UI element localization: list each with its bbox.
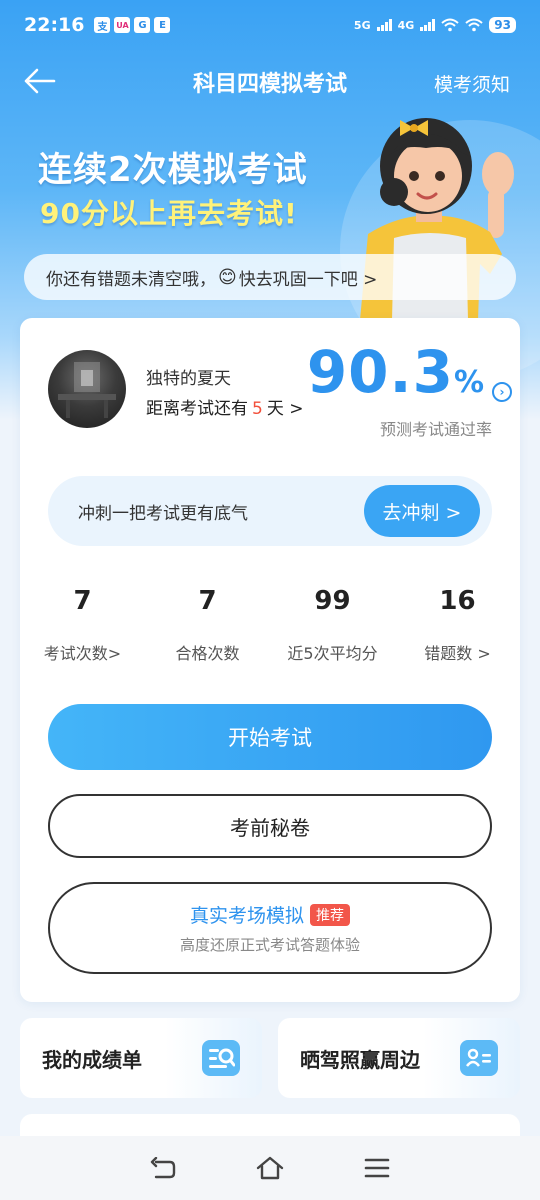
app-notification-icon: UA	[114, 17, 131, 33]
wifi-icon	[441, 18, 459, 32]
alipay-notification-icon: 支	[94, 17, 111, 33]
real-exam-title-row: 真实考场模拟 推荐	[190, 901, 350, 928]
real-exam-title: 真实考场模拟	[189, 905, 304, 927]
exam-summary-card: 独特的夏天 距离考试还有 5 天 > 90.3% › 预测考试通过率 冲刺一把考试更…	[20, 318, 520, 1002]
banner-subheadline: 90分以上再去考试!	[40, 197, 298, 230]
app-notification-icon: G	[134, 17, 151, 33]
stat-value: 7	[198, 586, 217, 616]
start-exam-button[interactable]: 开始考试	[48, 704, 492, 770]
stat-exam-count[interactable]: 7 考试次数>	[20, 586, 145, 664]
tile-label: 我的成绩单	[42, 1047, 142, 1072]
stat-pass-count: 7 合格次数	[145, 586, 270, 664]
menu-icon	[364, 1158, 389, 1178]
recommend-badge: 推荐	[310, 903, 350, 926]
pass-rate-label: 预测考试通过率	[379, 420, 492, 439]
stat-average-score: 99 近5次平均分	[270, 586, 395, 664]
stat-label: 考试次数>	[43, 644, 122, 663]
signal-icon	[376, 19, 392, 31]
exam-countdown[interactable]: 距离考试还有 5 天 >	[146, 394, 303, 419]
score-report-icon	[202, 1040, 240, 1076]
back-icon	[151, 1157, 176, 1179]
banner-headline: 连续2次模拟考试	[38, 150, 308, 190]
nav-bar: 科目四模拟考试 模考须知	[0, 56, 540, 108]
system-nav-bar	[0, 1136, 540, 1200]
back-button[interactable]	[22, 66, 58, 96]
chevron-right-icon[interactable]: ›	[492, 382, 512, 402]
user-name: 独特的夏天	[146, 369, 231, 389]
app-notification-icon: E	[154, 17, 171, 33]
stat-label: 错题数 >	[424, 644, 491, 663]
countdown-prefix: 距离考试还有	[146, 399, 248, 419]
my-scores-tile[interactable]: 我的成绩单	[20, 1018, 262, 1098]
notice-action-text: 快去巩固一下吧 >	[238, 269, 378, 290]
stat-label: 合格次数	[175, 644, 240, 663]
pass-rate-value: 90.3	[306, 338, 454, 406]
wrong-questions-notice[interactable]: 你还有错题未清空哦， 😊 快去巩固一下吧 >	[24, 254, 516, 300]
system-back-button[interactable]	[148, 1153, 178, 1183]
system-menu-button[interactable]	[362, 1153, 392, 1183]
sprint-banner: 冲刺一把考试更有底气 去冲刺 >	[48, 476, 492, 546]
tile-label: 晒驾照赢周边	[300, 1047, 420, 1072]
status-bar: 22:16 支 UA G E 5G 4G 93	[0, 0, 540, 50]
stat-wrong-count[interactable]: 16 错题数 >	[395, 586, 520, 664]
share-license-tile[interactable]: 晒驾照赢周边	[278, 1018, 520, 1098]
secret-paper-button[interactable]: 考前秘卷	[48, 794, 492, 858]
network-4g-label: 4G	[397, 18, 415, 32]
network-5g-label: 5G	[353, 18, 371, 32]
real-exam-subtitle: 高度还原正式考试答题体验	[179, 936, 360, 954]
battery-indicator: 93	[489, 17, 516, 33]
signal-icon	[420, 19, 436, 31]
notice-text: 你还有错题未清空哦，	[46, 269, 216, 290]
pass-rate-unit: %	[453, 365, 484, 400]
stat-value: 7	[73, 586, 92, 616]
stat-value: 99	[314, 586, 351, 616]
avatar-image	[58, 362, 116, 418]
status-time: 22:16	[24, 14, 85, 36]
sprint-button[interactable]: 去冲刺 >	[364, 485, 480, 537]
countdown-days: 5	[252, 399, 263, 419]
status-indicators: 5G 4G 93	[354, 17, 516, 33]
pass-rate[interactable]: 90.3%	[307, 338, 484, 406]
wifi-icon	[465, 18, 483, 32]
stat-value: 16	[439, 586, 476, 616]
real-exam-simulation-button[interactable]: 真实考场模拟 推荐 高度还原正式考试答题体验	[48, 882, 492, 974]
id-card-icon	[460, 1040, 498, 1076]
countdown-suffix: 天 >	[266, 399, 304, 419]
system-home-button[interactable]	[255, 1153, 285, 1183]
avatar[interactable]	[48, 350, 126, 428]
smile-emoji-icon: 😊	[218, 266, 237, 288]
home-icon	[256, 1156, 284, 1180]
arrow-left-icon	[24, 68, 56, 94]
exam-notice-link[interactable]: 模考须知	[434, 70, 510, 97]
stat-label: 近5次平均分	[287, 644, 378, 663]
sprint-text: 冲刺一把考试更有底气	[78, 503, 248, 524]
stats-row: 7 考试次数> 7 合格次数 99 近5次平均分 16 错题数 >	[20, 586, 520, 664]
